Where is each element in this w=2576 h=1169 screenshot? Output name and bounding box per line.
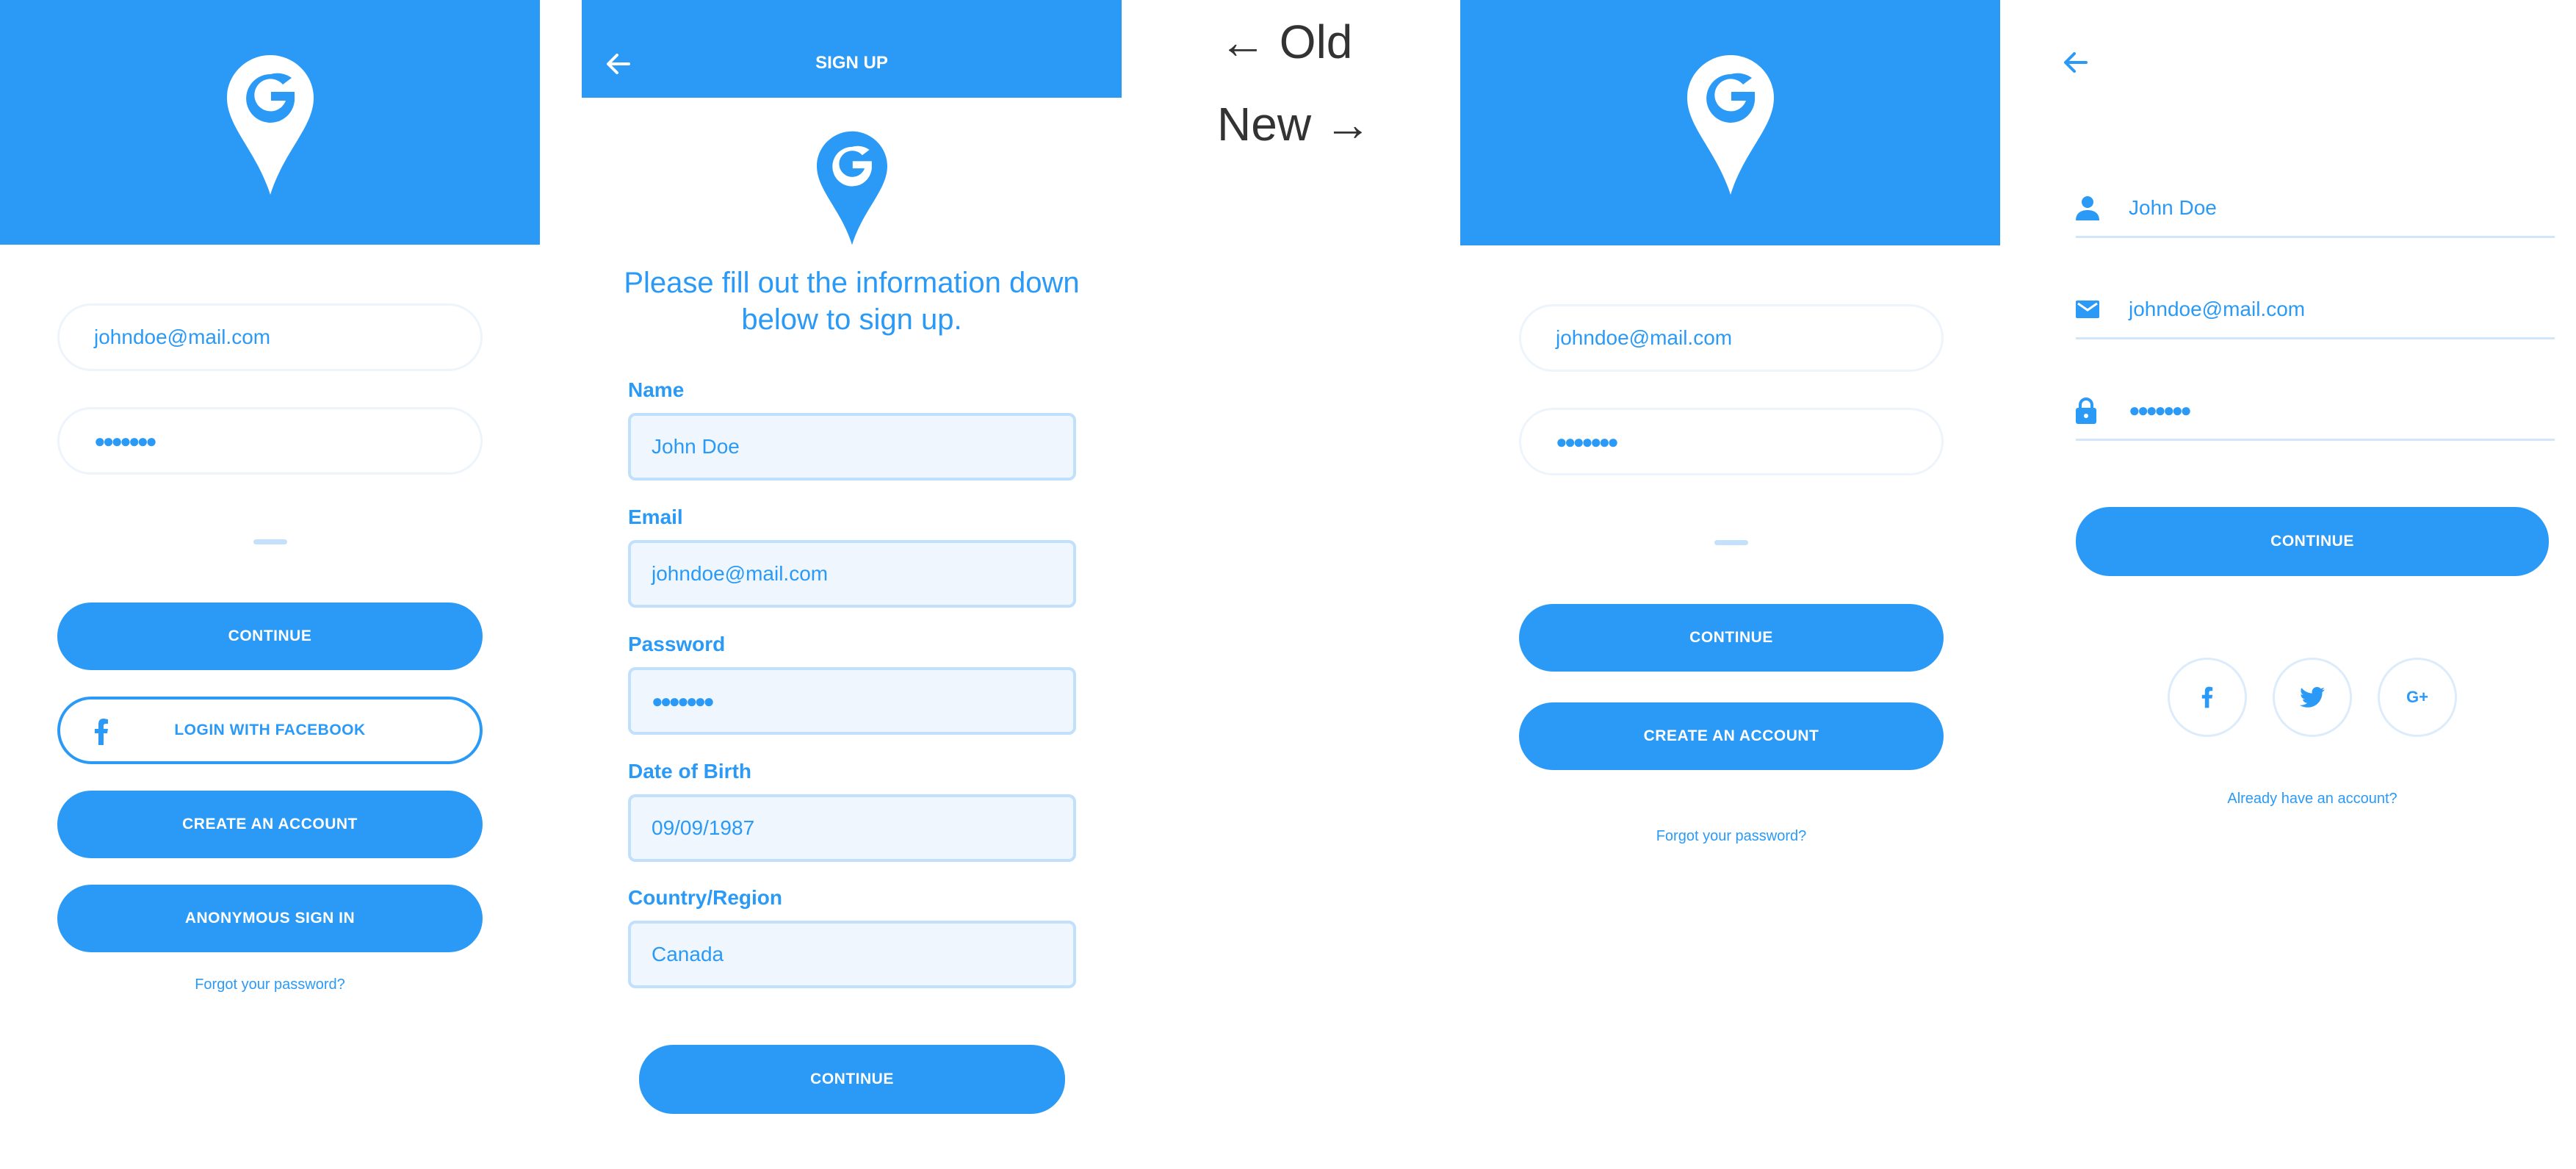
email-input[interactable]: johndoe@mail.com (628, 540, 1076, 608)
new-signup-screen: John Doe johndoe@mail.com ●●●●●●● CONTIN… (2044, 0, 2573, 1169)
date-of-birth-input[interactable]: 09/09/1987 (628, 794, 1076, 862)
email-value: johndoe@mail.com (652, 562, 829, 585)
name-value: John Doe (652, 435, 740, 458)
password-input[interactable]: ●●●●●●● (628, 667, 1076, 735)
facebook-icon (95, 719, 108, 745)
new-label: New → (1217, 98, 1371, 151)
email-input[interactable]: johndoe@mail.com (2076, 281, 2555, 339)
name-label: Name (628, 378, 685, 401)
old-login-screen: johndoe@mail.com ●●●●●●● CONTINUE LOGIN … (0, 0, 540, 1169)
email-value: johndoe@mail.com (1556, 326, 1733, 349)
continue-label: CONTINUE (1689, 629, 1773, 646)
country-region-value: Canada (652, 943, 724, 965)
new-login-screen: johndoe@mail.com ●●●●●●● CONTINUE CREATE… (1460, 0, 2000, 1169)
login-header-banner (1460, 0, 2000, 245)
password-input[interactable]: ●●●●●●● (2076, 382, 2555, 441)
create-account-button[interactable]: CREATE AN ACCOUNT (1519, 702, 1944, 770)
forgot-password-link[interactable]: Forgot your password? (1519, 828, 1944, 845)
continue-label: CONTINUE (2270, 533, 2354, 550)
back-arrow-icon[interactable] (2063, 51, 2088, 73)
app-logo-pin-icon (1687, 55, 1774, 195)
person-icon (2076, 195, 2129, 220)
password-value: ●●●●●●● (652, 689, 715, 712)
signup-header-bar: SIGN UP (582, 0, 1122, 98)
login-with-facebook-button[interactable]: LOGIN WITH FACEBOOK (57, 697, 483, 764)
name-value: John Doe (2129, 195, 2217, 219)
continue-button[interactable]: CONTINUE (57, 603, 483, 670)
anonymous-sign-in-button[interactable]: ANONYMOUS SIGN IN (57, 885, 483, 952)
twitter-icon (2300, 687, 2325, 708)
date-of-birth-label: Date of Birth (628, 760, 751, 783)
mail-icon (2076, 300, 2129, 318)
facebook-icon (2201, 686, 2213, 708)
loading-indicator (253, 539, 287, 544)
signup-title: SIGN UP (815, 53, 888, 73)
continue-button[interactable]: CONTINUE (639, 1045, 1065, 1114)
password-input[interactable]: ●●●●●●● (1519, 408, 1944, 475)
name-input[interactable]: John Doe (2076, 179, 2555, 238)
google-plus-icon: G+ (2406, 688, 2428, 706)
lock-icon (2076, 397, 2129, 424)
already-have-account-link[interactable]: Already have an account? (2076, 791, 2549, 807)
password-value: ●●●●●●● (2129, 399, 2192, 421)
email-input[interactable]: johndoe@mail.com (1519, 304, 1944, 372)
password-label: Password (628, 633, 726, 655)
create-account-label: CREATE AN ACCOUNT (1643, 727, 1819, 744)
old-label: ← Old (1219, 15, 1353, 68)
old-signup-screen: SIGN UP Please fill out the information … (582, 0, 1122, 1169)
country-region-label: Country/Region (628, 886, 782, 909)
password-value: ●●●●●●● (1556, 430, 1619, 453)
app-logo-pin-icon (227, 55, 314, 195)
app-logo-pin-icon (817, 131, 887, 245)
email-value: johndoe@mail.com (2129, 297, 2306, 320)
create-account-button[interactable]: CREATE AN ACCOUNT (57, 791, 483, 858)
create-account-label: CREATE AN ACCOUNT (182, 816, 358, 832)
date-of-birth-value: 09/09/1987 (652, 816, 755, 839)
continue-label: CONTINUE (810, 1071, 894, 1087)
name-input[interactable]: John Doe (628, 413, 1076, 481)
continue-label: CONTINUE (228, 627, 312, 644)
password-value: ●●●●●●● (94, 429, 157, 452)
continue-button[interactable]: CONTINUE (2076, 507, 2549, 576)
forgot-password-link[interactable]: Forgot your password? (57, 976, 483, 993)
twitter-button[interactable] (2273, 658, 2352, 737)
google-plus-button[interactable]: G+ (2378, 658, 2457, 737)
facebook-button[interactable] (2168, 658, 2247, 737)
facebook-label: LOGIN WITH FACEBOOK (174, 722, 366, 738)
email-label: Email (628, 506, 683, 528)
signup-intro-text: Please fill out the information down bel… (624, 267, 1080, 336)
login-header-banner (0, 0, 540, 245)
continue-button[interactable]: CONTINUE (1519, 604, 1944, 672)
email-value: johndoe@mail.com (94, 325, 271, 348)
email-input[interactable]: johndoe@mail.com (57, 303, 483, 371)
loading-indicer (1714, 540, 1748, 545)
country-region-input[interactable]: Canada (628, 921, 1076, 988)
anonymous-label: ANONYMOUS SIGN IN (184, 910, 356, 927)
password-input[interactable]: ●●●●●●● (57, 407, 483, 475)
